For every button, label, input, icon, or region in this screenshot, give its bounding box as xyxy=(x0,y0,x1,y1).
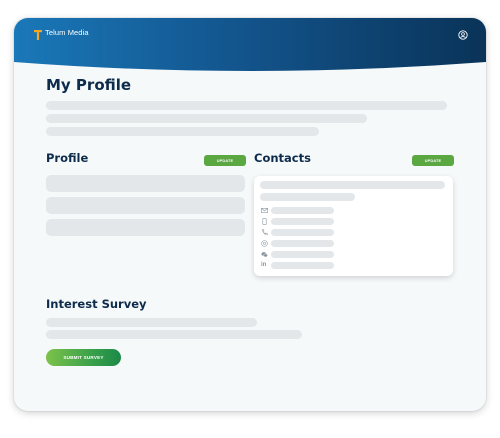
contact-row-phone xyxy=(261,228,268,236)
mobile-icon xyxy=(262,217,267,225)
user-circle-icon[interactable] xyxy=(458,27,468,40)
survey-placeholder-line xyxy=(46,330,302,339)
contact-linkedin-placeholder xyxy=(271,262,334,269)
contact-alias-placeholder xyxy=(271,240,334,247)
contact-phone-placeholder xyxy=(271,229,334,236)
contact-name-placeholder xyxy=(260,181,445,189)
contact-mobile-placeholder xyxy=(271,218,334,225)
telum-logo-icon xyxy=(34,27,42,40)
contact-wechat-placeholder xyxy=(271,251,334,258)
contacts-card: in xyxy=(254,176,453,276)
app-window: Telum Media My Profile Profile UPDATE Co… xyxy=(14,18,486,411)
linkedin-icon: in xyxy=(261,261,267,268)
logo-text: Telum Media xyxy=(45,27,89,37)
profile-field-placeholder[interactable] xyxy=(46,197,245,214)
profile-update-button[interactable]: UPDATE xyxy=(204,155,246,166)
survey-section-title: Interest Survey xyxy=(46,297,147,311)
contacts-update-button[interactable]: UPDATE xyxy=(412,155,454,166)
contact-row-linkedin: in xyxy=(261,261,266,269)
contact-email-placeholder xyxy=(271,207,334,214)
survey-placeholder-line xyxy=(46,318,257,327)
profile-field-placeholder[interactable] xyxy=(46,219,245,236)
contact-row-email xyxy=(261,206,268,214)
profile-field-placeholder[interactable] xyxy=(46,175,245,192)
logo[interactable]: Telum Media xyxy=(34,27,89,40)
page-title: My Profile xyxy=(46,76,132,94)
intro-placeholder-line xyxy=(46,101,447,110)
phone-icon xyxy=(261,228,268,235)
contact-row-wechat xyxy=(261,250,268,258)
intro-placeholder-line xyxy=(46,127,319,136)
contact-row-alias xyxy=(261,239,268,247)
submit-survey-button[interactable]: SUBMIT SURVEY xyxy=(46,349,121,366)
at-sign-icon xyxy=(261,239,268,247)
contact-title-placeholder xyxy=(260,193,355,201)
contacts-section-title: Contacts xyxy=(254,151,311,165)
intro-placeholder-line xyxy=(46,114,367,123)
profile-section-title: Profile xyxy=(46,151,89,165)
mail-icon xyxy=(261,207,268,213)
wechat-icon xyxy=(261,251,268,257)
contact-row-mobile xyxy=(261,217,268,225)
